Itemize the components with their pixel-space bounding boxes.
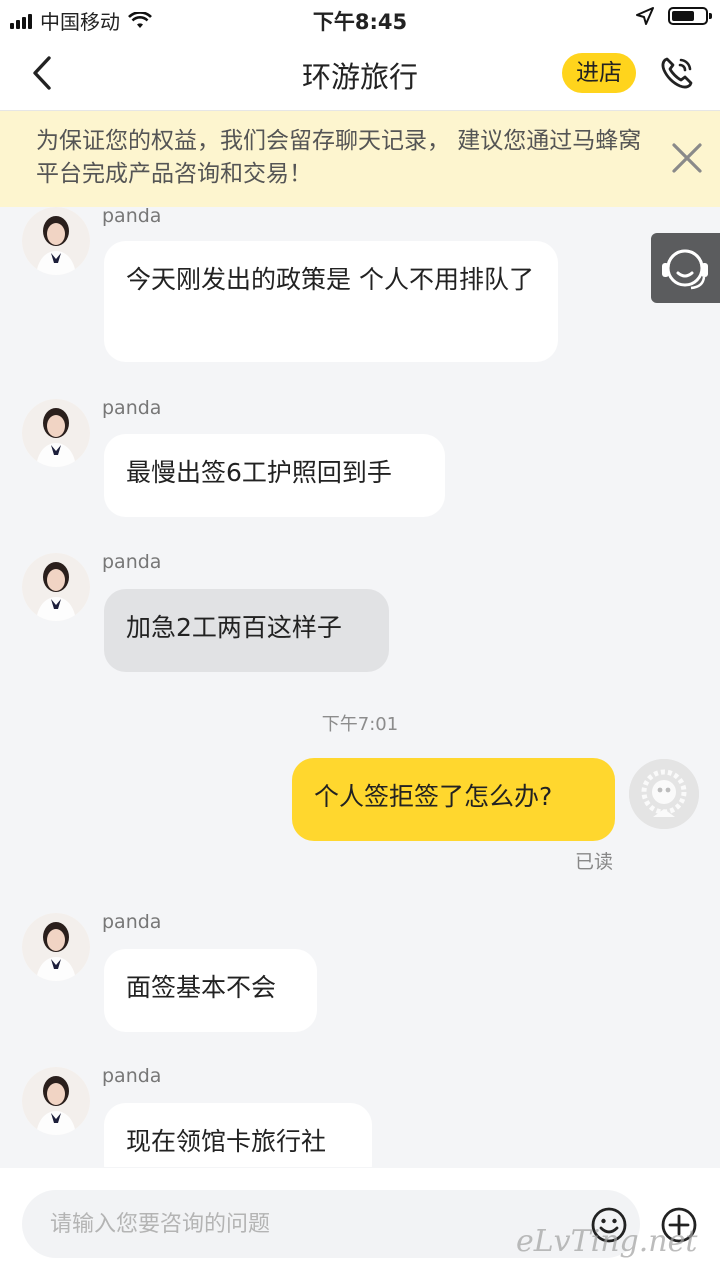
message-bubble[interactable]: 面签基本不会 bbox=[104, 949, 317, 1032]
enter-shop-button[interactable]: 进店 bbox=[562, 53, 636, 93]
phone-call-icon[interactable] bbox=[656, 52, 698, 94]
user-avatar-image bbox=[629, 759, 699, 829]
message-bubble[interactable]: 今天刚发出的政策是 个人不用排队了 bbox=[104, 241, 558, 362]
avatar[interactable] bbox=[22, 1067, 90, 1135]
sender-name: panda bbox=[102, 551, 162, 573]
agent-avatar-image bbox=[22, 399, 90, 467]
customer-service-button[interactable] bbox=[651, 233, 720, 303]
sender-name: panda bbox=[102, 397, 162, 419]
status-time: 下午8:45 bbox=[312, 10, 408, 34]
self-message-bubble[interactable]: 个人签拒签了怎么办? bbox=[292, 758, 615, 841]
time-separator: 下午7:01 bbox=[321, 714, 399, 735]
status-right bbox=[636, 7, 712, 25]
close-icon[interactable] bbox=[670, 141, 704, 175]
chat-area[interactable]: panda 今天刚发出的政策是 个人不用排队了 panda 最慢出签6工护照回到… bbox=[0, 207, 720, 1167]
notice-text: 为保证您的权益，我们会留存聊天记录， 建议您通过马蜂窝平台完成产品咨询和交易！ bbox=[36, 128, 642, 187]
avatar[interactable] bbox=[629, 759, 699, 829]
status-bar: 中国移动 下午8:45 bbox=[0, 0, 720, 36]
headset-icon bbox=[662, 249, 708, 290]
message-bubble[interactable]: 加急2工两百这样子 bbox=[104, 589, 389, 672]
avatar[interactable] bbox=[22, 913, 90, 981]
agent-avatar-image bbox=[22, 1067, 90, 1135]
watermark: eLvTing.net bbox=[516, 1224, 698, 1259]
agent-avatar-image bbox=[22, 553, 90, 621]
agent-avatar-image bbox=[22, 913, 90, 981]
agent-avatar-image bbox=[22, 207, 90, 275]
avatar[interactable] bbox=[22, 399, 90, 467]
sender-name: panda bbox=[102, 911, 162, 933]
avatar[interactable] bbox=[22, 553, 90, 621]
message-bubble[interactable]: 最慢出签6工护照回到手 bbox=[104, 434, 445, 517]
sender-name: panda bbox=[102, 1065, 162, 1087]
read-status: 已读 bbox=[575, 851, 614, 873]
chat-header: 环游旅行 进店 bbox=[0, 36, 720, 111]
avatar[interactable] bbox=[22, 207, 90, 275]
message-bubble[interactable]: 现在领馆卡旅行社 bbox=[104, 1103, 372, 1167]
location-arrow-icon bbox=[636, 7, 654, 25]
privacy-notice: 为保证您的权益，我们会留存聊天记录， 建议您通过马蜂窝平台完成产品咨询和交易！ bbox=[0, 111, 720, 207]
sender-name: panda bbox=[102, 207, 162, 227]
battery-icon bbox=[668, 7, 712, 25]
